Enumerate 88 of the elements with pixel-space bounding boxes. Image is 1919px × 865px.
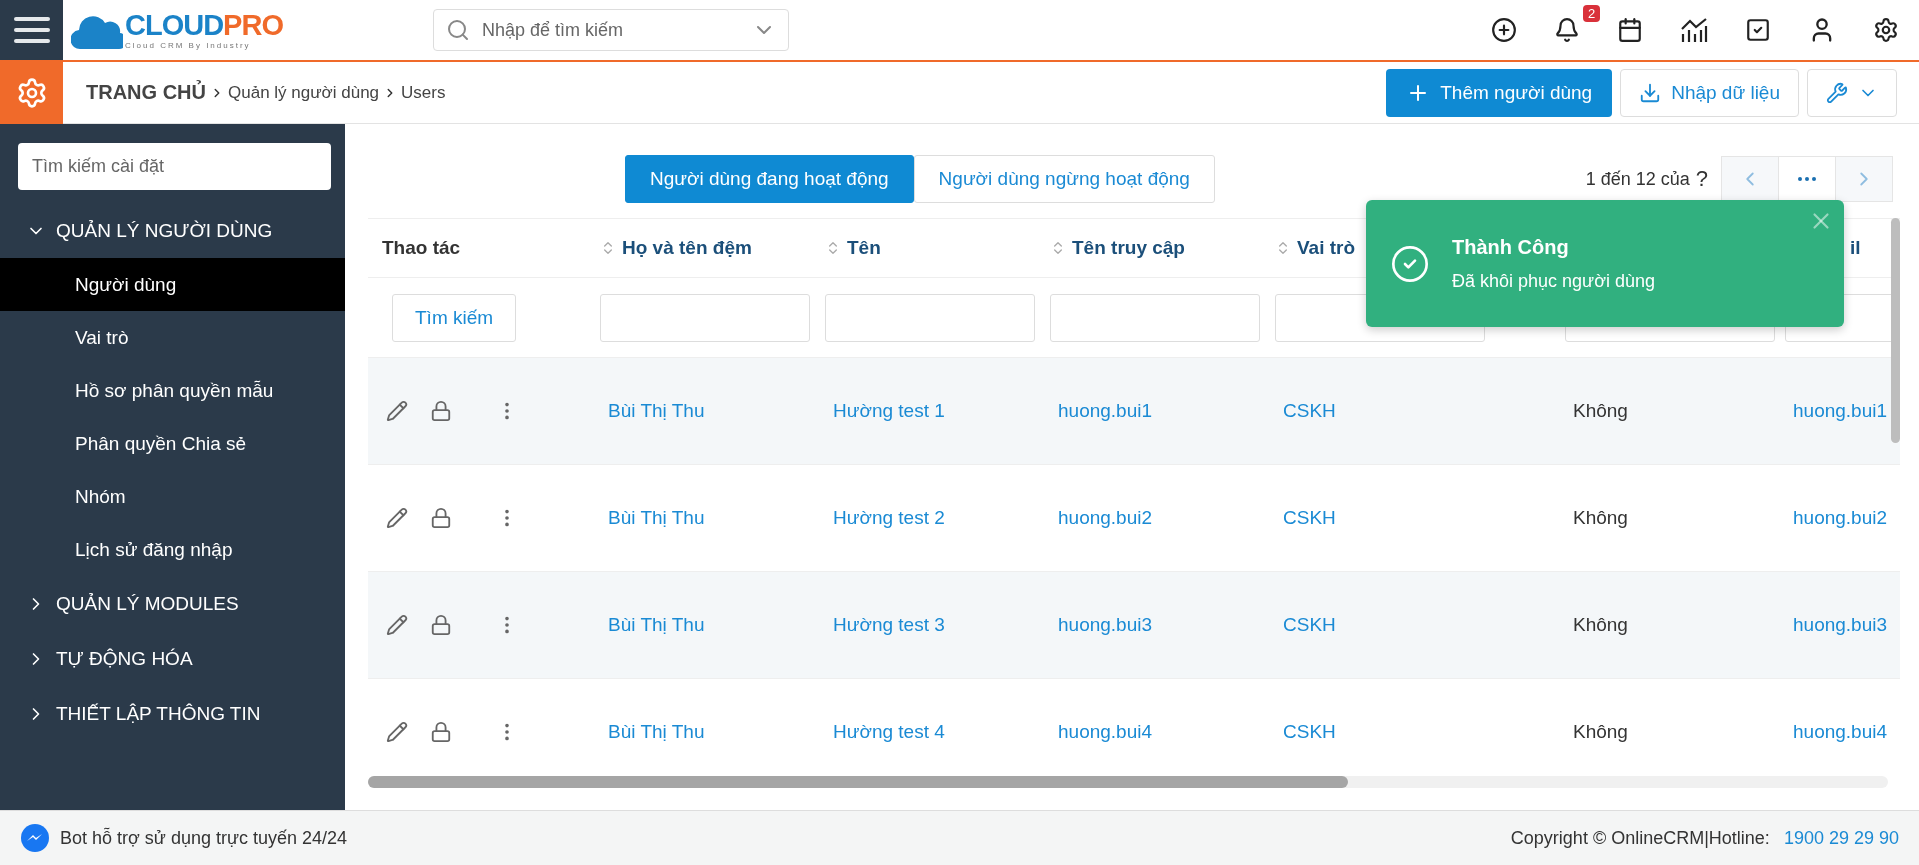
column-header: Vai trò [1297, 237, 1356, 259]
table-link[interactable]: Hường test 4 [833, 721, 945, 743]
filter-field[interactable] [825, 293, 1035, 342]
table-link[interactable]: CSKH [1283, 507, 1336, 529]
search-field[interactable]: Nhập để tìm kiếm [432, 9, 789, 51]
table-cell: Không [1573, 400, 1628, 422]
table-link[interactable]: huong.bui3 [1793, 614, 1888, 636]
table-link[interactable]: Hường test 2 [833, 507, 945, 529]
table-link[interactable]: Hường test 1 [833, 400, 945, 422]
logo-tagline: Cloud CRM By Industry [125, 41, 252, 50]
menu-button[interactable] [0, 0, 63, 60]
table-link[interactable]: huong.bui4 [1793, 721, 1888, 743]
breadcrumb-link[interactable]: TRANG CHỦ [86, 81, 206, 104]
sidebar-item[interactable]: Vai trò [0, 311, 345, 364]
table-cell: Không [1573, 721, 1628, 743]
calendar-icon[interactable] [1617, 17, 1643, 43]
import-button[interactable]: Nhập dữ liệu [1620, 68, 1799, 117]
table-link[interactable]: huong.bui1 [1793, 400, 1888, 422]
notification-badge: 2 [1583, 5, 1601, 22]
table-link[interactable]: Bùi Thị Thu [608, 614, 705, 636]
chart-icon[interactable] [1680, 17, 1708, 43]
table-link[interactable]: Hường test 3 [833, 614, 945, 636]
search-button[interactable]: Tìm kiếm [392, 293, 517, 342]
table-link[interactable]: huong.bui2 [1793, 507, 1888, 529]
table-link[interactable]: CSKH [1283, 400, 1336, 422]
hotline-link[interactable]: 1900 29 29 90 [1783, 827, 1899, 849]
table-link[interactable]: Bùi Thị Thu [608, 400, 705, 422]
wrench-icon [1826, 81, 1848, 104]
bell-icon[interactable] [1554, 17, 1580, 43]
ellipsis-icon [1798, 177, 1816, 181]
sidebar-section[interactable]: QUẢN LÝ MODULES [0, 576, 345, 631]
page-total: ? [1695, 166, 1708, 192]
edit-icon[interactable] [386, 614, 408, 636]
sidebar-section[interactable]: QUẢN LÝ NGƯỜI DÙNG [0, 203, 345, 258]
table-link[interactable]: huong.bui4 [1058, 721, 1153, 743]
lock-icon[interactable] [430, 614, 452, 636]
edit-icon[interactable] [386, 400, 408, 422]
table-link[interactable]: huong.bui3 [1058, 614, 1153, 636]
page-range: 1 đến 12 của [1585, 168, 1690, 190]
table-link[interactable]: Bùi Thị Thu [608, 507, 705, 529]
table-link[interactable]: Bùi Thị Thu [608, 721, 705, 743]
download-icon [1639, 81, 1662, 104]
column-header: il [1850, 237, 1861, 259]
search-icon [445, 18, 470, 42]
sidebar-item[interactable]: Nhóm [0, 470, 345, 523]
table-link[interactable]: huong.bui2 [1058, 507, 1153, 529]
sidebar-item[interactable]: Phân quyền Chia sẻ [0, 417, 345, 470]
table-cell: Không [1573, 507, 1628, 529]
tools-button[interactable] [1807, 68, 1897, 117]
previous-page-button[interactable] [1721, 156, 1779, 202]
checkbox-icon[interactable] [1745, 17, 1771, 43]
tab[interactable]: Người dùng đang hoạt động [625, 155, 914, 203]
lock-icon[interactable] [430, 400, 452, 422]
sidebar-section[interactable]: THIẾT LẬP THÔNG TIN [0, 686, 345, 741]
sidebar-item[interactable]: Hồ sơ phân quyền mẫu [0, 364, 345, 417]
messenger-icon [20, 823, 50, 853]
horizontal-scrollbar[interactable] [368, 776, 1888, 788]
toast-title: Thành Công [1452, 235, 1570, 259]
sidebar-item[interactable]: Lịch sử đăng nhập [0, 523, 345, 576]
sidebar-section[interactable]: TỰ ĐỘNG HÓA [0, 631, 345, 686]
edit-icon[interactable] [386, 507, 408, 529]
support-text: Bot hỗ trợ sử dụng trực tuyến 24/24 [60, 827, 348, 849]
tab[interactable]: Người dùng ngừng hoạt động [913, 155, 1215, 203]
logo-wordmark: CLOUDPRO [125, 10, 283, 40]
column-header: Tên truy cập [1072, 237, 1185, 259]
column-header: Họ và tên đệm [622, 237, 752, 259]
breadcrumb-link[interactable]: Quản lý người dùng [228, 82, 380, 103]
settings-search-field[interactable]: Tìm kiếm cài đặt [18, 143, 331, 190]
lock-icon[interactable] [430, 507, 452, 529]
copyright-text: Copyright © OnlineCRM|Hotline: [1510, 827, 1770, 849]
table-link[interactable]: CSKH [1283, 614, 1336, 636]
add-user-button[interactable]: Thêm người dùng [1386, 68, 1613, 117]
filter-field[interactable] [1050, 293, 1260, 342]
table-link[interactable]: CSKH [1283, 721, 1336, 743]
toast-message: Đã khôi phục người dùng [1452, 270, 1655, 292]
settings-icon[interactable] [1873, 17, 1899, 43]
scrollbar[interactable] [1891, 218, 1900, 443]
column-header: Tên [847, 237, 881, 259]
table-link[interactable]: huong.bui1 [1058, 400, 1153, 422]
table-cell: Không [1573, 614, 1628, 636]
column-header: Thao tác [382, 237, 461, 259]
edit-icon[interactable] [386, 721, 408, 743]
lock-icon[interactable] [430, 721, 452, 743]
check-icon [1390, 243, 1430, 284]
add-icon[interactable] [1491, 17, 1517, 43]
breadcrumb-link[interactable]: Users [401, 82, 446, 103]
sidebar-item[interactable]: Người dùng [0, 258, 345, 311]
filter-field[interactable] [600, 293, 810, 342]
